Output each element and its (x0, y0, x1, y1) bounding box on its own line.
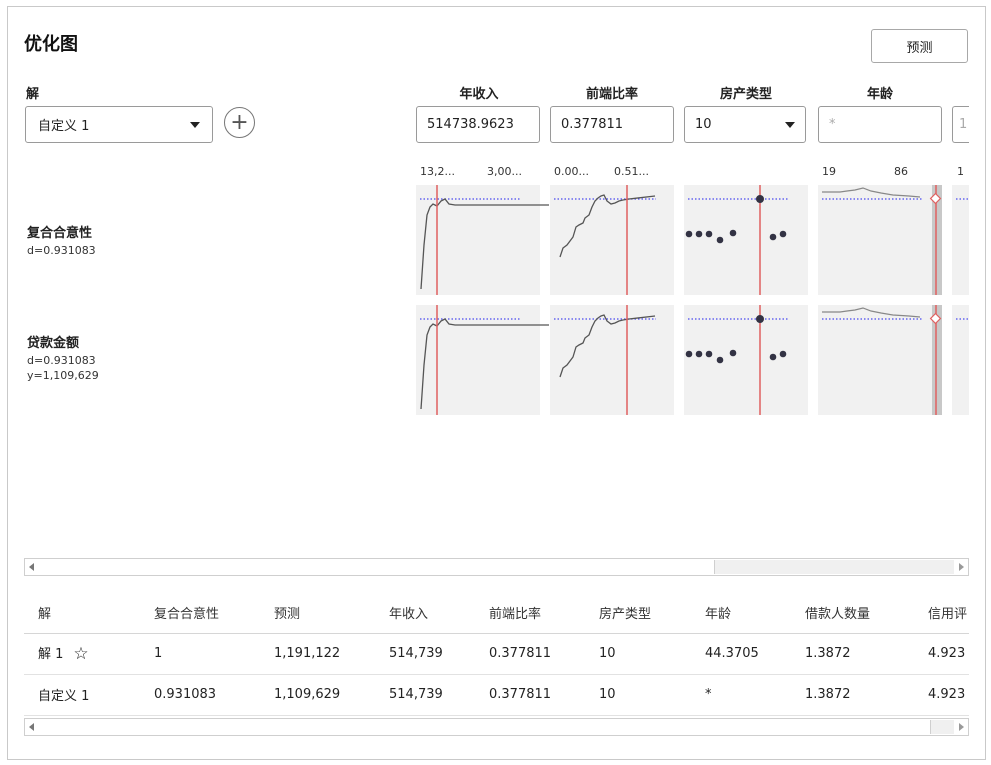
table-cell: 1,109,629 (260, 674, 375, 716)
table-header[interactable]: 年收入 (375, 592, 475, 634)
table-row[interactable]: 自定义 1 0.931083 1,109,629 514,739 0.37781… (24, 674, 969, 716)
scroll-right-icon[interactable] (959, 563, 964, 571)
age-tick-high: 86 (894, 165, 908, 178)
scroll-left-icon[interactable] (29, 563, 34, 571)
table-header[interactable]: 复合合意性 (140, 592, 260, 634)
scrollbar-thumb[interactable] (39, 560, 715, 574)
property-type-select[interactable]: 10 (684, 106, 806, 143)
table-row[interactable]: 解 1 ☆ 1 1,191,122 514,739 0.377811 10 44.… (24, 633, 969, 675)
response-name-desirability: 复合合意性 (27, 226, 93, 241)
star-icon[interactable]: ☆ (73, 644, 88, 664)
front-ratio-input[interactable]: 0.377811 (550, 106, 674, 143)
predict-button[interactable]: 预测 (871, 29, 968, 63)
chevron-down-icon (190, 121, 200, 128)
borrower-count-tick-low: 1 (957, 165, 964, 178)
table-header-row: 解 复合合意性 预测 年收入 前端比率 房产类型 年龄 借款人数量 信用评 (24, 592, 969, 634)
table-header[interactable]: 预测 (260, 592, 375, 634)
factor-header-income: 年收入 (459, 87, 499, 102)
age-tick-low: 19 (822, 165, 836, 178)
table-header[interactable]: 前端比率 (475, 592, 585, 634)
scroll-right-icon[interactable] (959, 723, 964, 731)
table-cell: 0.931083 (140, 674, 260, 716)
plus-circle-icon[interactable]: + (224, 107, 255, 138)
front-ratio-tick-high: 0.51... (614, 165, 649, 178)
table-cell: 44.3705 (691, 633, 791, 675)
front-ratio-tick-low: 0.00... (554, 165, 589, 178)
factor-header-front-ratio: 前端比率 (585, 87, 638, 102)
table-horizontal-scrollbar[interactable] (24, 718, 969, 736)
response-d-desirability: d=0.931083 (27, 244, 96, 257)
response-name-loan-amount: 贷款金额 (27, 336, 80, 351)
factor-header-age: 年龄 (866, 87, 893, 102)
income-tick-low: 13,2... (420, 165, 455, 178)
scrollbar-thumb[interactable] (39, 720, 931, 734)
plots-horizontal-scrollbar[interactable] (24, 558, 969, 576)
income-input[interactable]: 514738.9623 (416, 106, 540, 143)
table-cell: 0.377811 (475, 674, 585, 716)
table-cell: 1,191,122 (260, 633, 375, 675)
scroll-left-icon[interactable] (29, 723, 34, 731)
table-header[interactable]: 借款人数量 (791, 592, 914, 634)
factor-header-property-type: 房产类型 (719, 87, 772, 102)
table-header[interactable]: 房产类型 (585, 592, 691, 634)
response-y-loan-amount: y=1,109,629 (27, 369, 99, 382)
table-cell: 514,739 (375, 674, 475, 716)
table-cell: 514,739 (375, 633, 475, 675)
response-d-loan-amount: d=0.931083 (27, 354, 96, 367)
table-cell: 自定义 1 (24, 674, 140, 716)
table-cell: 解 1 (38, 647, 64, 662)
table-header[interactable]: 解 (24, 592, 140, 634)
table-cell: 1.3872 (791, 633, 914, 675)
table-cell: * (691, 674, 791, 716)
table-cell: 10 (585, 674, 691, 716)
table-header[interactable]: 信用评 (914, 592, 969, 634)
table-cell: 4.923 (914, 674, 969, 716)
table-cell: 1.3872 (791, 674, 914, 716)
solution-label: 解 (26, 87, 40, 102)
table-cell: 10 (585, 633, 691, 675)
solutions-table: 解 复合合意性 预测 年收入 前端比率 房产类型 年龄 借款人数量 信用评 解 … (24, 592, 969, 716)
table-cell: 1 (140, 633, 260, 675)
table-header[interactable]: 年龄 (691, 592, 791, 634)
age-input[interactable]: * (818, 106, 942, 143)
solution-select[interactable]: 自定义 1 (25, 106, 213, 143)
chevron-down-icon (785, 121, 795, 128)
table-cell: 0.377811 (475, 633, 585, 675)
income-tick-high: 3,00... (487, 165, 522, 178)
solution-select-value: 自定义 1 (38, 119, 90, 134)
table-cell: 4.923 (914, 633, 969, 675)
profiler-plots (415, 185, 969, 416)
borrower-count-input[interactable]: 1 (952, 106, 969, 143)
page-title: 优化图 (24, 34, 78, 55)
